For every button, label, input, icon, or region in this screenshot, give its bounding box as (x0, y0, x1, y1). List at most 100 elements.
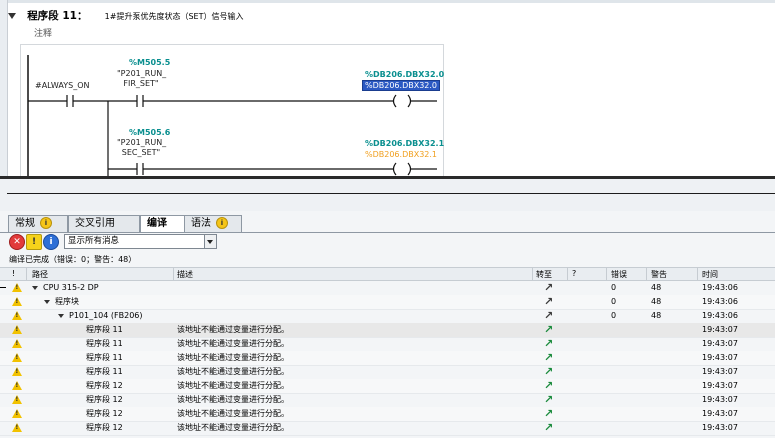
col-time[interactable]: 时间 (702, 269, 718, 280)
coil1-address[interactable]: %DB206.DBX32.0 (365, 70, 444, 79)
row-warnings: 48 (651, 311, 662, 320)
row-path: 程序段 11 (86, 353, 123, 362)
coil2-address[interactable]: %DB206.DBX32.1 (365, 139, 444, 148)
row-errors: 0 (611, 311, 617, 320)
expand-chevron-icon[interactable] (58, 313, 64, 318)
chevron-down-icon[interactable] (204, 235, 216, 248)
goto-arrow-icon[interactable]: ↗ (544, 422, 553, 434)
always-on-tag[interactable]: #ALWAYS_ON (35, 81, 89, 90)
goto-arrow-icon[interactable]: ↗ (544, 366, 553, 378)
goto-arrow-icon[interactable]: ↗ (544, 310, 553, 322)
goto-arrow-icon[interactable]: ↗ (544, 352, 553, 364)
tab-cross-references[interactable]: 交叉引用 (68, 215, 140, 232)
table-row[interactable]: 程序段 12 该地址不能通过变量进行分配。 ↗ 19:43:07 (0, 393, 775, 408)
table-row[interactable]: CPU 315-2 DP ↗ 0 48 19:43:06 (0, 281, 775, 296)
warning-icon (12, 409, 22, 418)
row-path: 程序段 12 (86, 423, 123, 432)
col-excl[interactable]: ! (12, 269, 15, 278)
table-row[interactable]: 程序段 11 该地址不能通过变量进行分配。 ↗ 19:43:07 (0, 337, 775, 352)
row-description: 该地址不能通过变量进行分配。 (177, 395, 289, 404)
coil2-operand[interactable]: %DB206.DBX32.1 (365, 150, 437, 159)
col-errors[interactable]: 错误 (611, 269, 627, 280)
table-row[interactable]: P101_104 (FB206) ↗ 0 48 19:43:06 (0, 309, 775, 324)
editor-inspector-gap (0, 179, 775, 211)
goto-arrow-icon[interactable]: ↗ (544, 380, 553, 392)
row-warnings: 48 (651, 297, 662, 306)
goto-arrow-icon[interactable]: ↗ (544, 394, 553, 406)
contact2-tag-line1[interactable]: "P201_RUN_ (117, 138, 166, 147)
warning-icon (12, 367, 22, 376)
row-time: 19:43:07 (702, 339, 738, 348)
contact1-tag-line1[interactable]: "P201_RUN_ (117, 69, 166, 78)
col-path[interactable]: 路径 (32, 269, 48, 280)
row-description: 该地址不能通过变量进行分配。 (177, 409, 289, 418)
table-row[interactable]: 程序段 11 该地址不能通过变量进行分配。 ↗ 19:43:07 (0, 351, 775, 366)
warning-icon (12, 325, 22, 334)
ladder-editor[interactable]: 程序段 11： 1#提升泵优先度状态（SET）信号输入 注释 #ALWAYS_O… (0, 0, 775, 176)
goto-arrow-icon[interactable]: ↗ (544, 296, 553, 308)
row-errors: 0 (611, 297, 617, 306)
table-row[interactable]: 程序段 12 该地址不能通过变量进行分配。 ↗ 19:43:07 (0, 421, 775, 436)
row-description: 该地址不能通过变量进行分配。 (177, 353, 289, 362)
contact1-tag-line2[interactable]: FIR_SET" (117, 79, 165, 88)
editor-gutter (0, 0, 8, 176)
tab-general[interactable]: 常规 i (8, 215, 68, 232)
info-filter-icon[interactable]: i (43, 234, 59, 250)
contact1-address[interactable]: %M505.5 (129, 58, 170, 67)
warning-icon (12, 423, 22, 432)
row-time: 19:43:07 (702, 353, 738, 362)
row-time: 19:43:07 (702, 367, 738, 376)
warning-filter-icon[interactable]: ! (26, 234, 42, 250)
contact2-address[interactable]: %M505.6 (129, 128, 170, 137)
goto-arrow-icon[interactable]: ↗ (544, 324, 553, 336)
network-description: 1#提升泵优先度状态（SET）信号输入 (104, 12, 244, 21)
col-description[interactable]: 描述 (177, 269, 193, 280)
tab-compile-label: 编译 (147, 218, 167, 229)
contact2-tag-line2[interactable]: SEC_SET" (117, 148, 165, 157)
goto-arrow-icon[interactable]: ↗ (544, 282, 553, 294)
table-row[interactable]: 程序段 11 该地址不能通过变量进行分配。 ↗ 19:43:07 (0, 365, 775, 380)
message-filter-select[interactable]: 显示所有消息 (64, 234, 217, 249)
row-errors: 0 (611, 283, 617, 292)
row-path: CPU 315-2 DP (43, 283, 99, 292)
row-time: 19:43:06 (702, 311, 738, 320)
message-filter-value: 显示所有消息 (68, 236, 120, 246)
row-description: 该地址不能通过变量进行分配。 (177, 367, 289, 376)
tab-general-label: 常规 (15, 218, 35, 229)
row-path: 程序段 12 (86, 409, 123, 418)
network-title: 程序段 11： (27, 10, 88, 22)
col-warnings[interactable]: 警告 (651, 269, 667, 280)
table-row[interactable]: 程序段 12 该地址不能通过变量进行分配。 ↗ 19:43:07 (0, 407, 775, 422)
row-path: 程序段 11 (86, 367, 123, 376)
row-time: 19:43:06 (702, 297, 738, 306)
goto-arrow-icon[interactable]: ↗ (544, 408, 553, 420)
expand-chevron-icon[interactable] (32, 285, 38, 290)
table-row[interactable]: 程序块 ↗ 0 48 19:43:06 (0, 295, 775, 310)
tab-syntax[interactable]: 语法 i (184, 215, 242, 232)
row-time: 19:43:07 (702, 325, 738, 334)
goto-arrow-icon[interactable]: ↗ (544, 338, 553, 350)
col-goto[interactable]: 转至 (536, 269, 552, 280)
network-header[interactable]: 程序段 11： 1#提升泵优先度状态（SET）信号输入 (8, 8, 243, 26)
info-icon: i (40, 217, 52, 229)
warning-icon (12, 395, 22, 404)
row-warnings: 48 (651, 283, 662, 292)
row-path: 程序块 (55, 297, 79, 306)
compile-status: 编译已完成（错误：0；警告：48） (9, 255, 137, 264)
messages-table-header: ! 路径 描述 转至 ? 错误 警告 时间 (0, 267, 775, 281)
ladder-diagram[interactable]: #ALWAYS_ON %M505.5 "P201_RUN_ FIR_SET" %… (20, 44, 444, 176)
collapse-chevron-icon[interactable] (8, 13, 16, 19)
network-comment[interactable]: 注释 (34, 26, 52, 39)
row-description: 该地址不能通过变量进行分配。 (177, 423, 289, 432)
expand-chevron-icon[interactable] (44, 299, 50, 304)
row-time: 19:43:07 (702, 395, 738, 404)
row-path: 程序段 12 (86, 395, 123, 404)
row-time: 19:43:07 (702, 423, 738, 432)
table-row[interactable]: 程序段 11 该地址不能通过变量进行分配。 ↗ 19:43:07 (0, 323, 775, 338)
error-filter-icon[interactable]: ✕ (9, 234, 25, 250)
col-help[interactable]: ? (572, 269, 576, 278)
table-row[interactable]: 程序段 12 该地址不能通过变量进行分配。 ↗ 19:43:07 (0, 379, 775, 394)
coil1-operand-selected[interactable]: %DB206.DBX32.0 (362, 80, 441, 91)
warning-icon (12, 339, 22, 348)
row-path: 程序段 12 (86, 381, 123, 390)
